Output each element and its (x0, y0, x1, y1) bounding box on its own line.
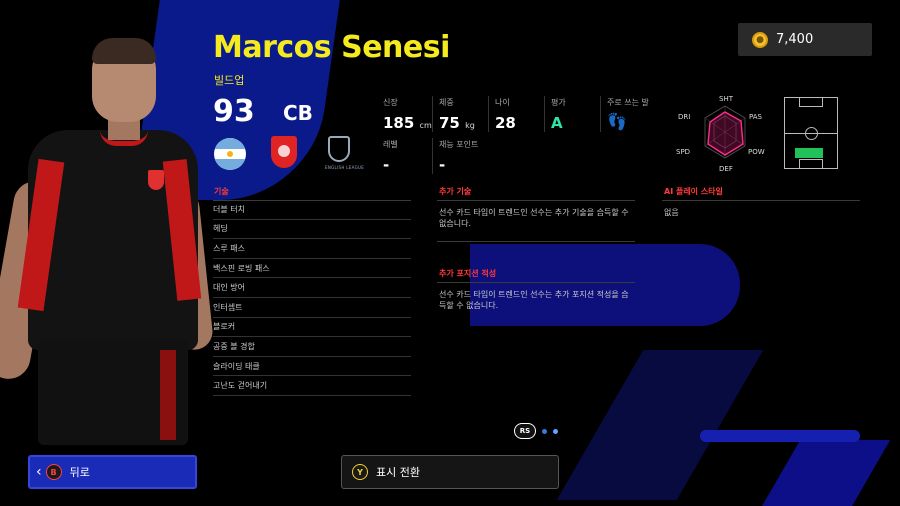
player-rating: 93 (213, 94, 255, 129)
stat-unit: kg (465, 121, 475, 130)
stat-value: - (383, 156, 390, 174)
divider (437, 200, 635, 201)
stat-label: 평가 (551, 98, 566, 107)
divider (600, 96, 601, 132)
skill-item[interactable]: 인터셉트 (213, 298, 411, 318)
back-button-label: 뒤로 (69, 466, 90, 479)
radar-label-def: DEF (719, 165, 733, 173)
divider (544, 96, 545, 132)
background-shape (470, 244, 740, 326)
league-text: ENGLISH LEAGUE (325, 165, 365, 170)
background-shape (759, 440, 891, 506)
coin-value: 7,400 (776, 32, 814, 47)
argentina-flag-icon (214, 138, 246, 170)
stat-label: 레벨 (383, 140, 398, 149)
stat-value: 185 (383, 114, 415, 132)
extra-positions-description: 선수 카드 타입이 트렌드인 선수는 추가 포지션 적성을 습득할 수 없습니다… (439, 290, 629, 310)
stat-value: A (551, 114, 563, 132)
stat-age: 나이 28 (495, 97, 516, 132)
player-playstyle: 빌드업 (214, 74, 245, 87)
radar-label-pas: PAS (749, 113, 763, 121)
player-position: CB (283, 101, 313, 125)
player-portrait (0, 30, 215, 445)
y-button-icon: Y (352, 464, 368, 480)
stat-unit: cm (419, 121, 432, 130)
rs-button-icon[interactable]: RS (514, 423, 536, 439)
divider (662, 200, 860, 201)
skill-list: 더블 터치 헤딩 스루 패스 백스핀 로빙 패스 대인 방어 인터셉트 블로커 공중 볼 경합… (213, 200, 411, 396)
divider (432, 138, 433, 174)
b-button-icon: B (45, 464, 62, 480)
footprints-icon: 👣 (607, 112, 627, 131)
divider (437, 241, 635, 242)
club-crest-icon (271, 136, 297, 168)
section-title-extra-skills: 추가 기술 (439, 187, 472, 196)
section-title-skills: 기술 (214, 187, 229, 196)
toggle-display-label: 표시 전환 (376, 466, 420, 479)
skill-item[interactable]: 스루 패스 (213, 239, 411, 259)
section-title-ai-style: AI 플레이 스타일 (664, 187, 723, 196)
stat-value: 28 (495, 114, 516, 132)
skill-item[interactable]: 공중 볼 경합 (213, 337, 411, 357)
position-pitch-map (784, 97, 838, 169)
coin-balance: ● 7,400 (738, 23, 872, 56)
stat-skill-points: 재능 포인트 - (439, 139, 478, 174)
stat-label: 나이 (495, 98, 510, 107)
stat-label: 재능 포인트 (439, 140, 479, 149)
background-shape (700, 430, 860, 442)
stat-weight: 체중 75 kg (439, 97, 475, 132)
player-name: Marcos Senesi (213, 30, 450, 65)
radar-label-sht: SHT (719, 95, 734, 103)
radar-label-pow: POW (748, 148, 765, 156)
coin-icon: ● (752, 31, 768, 48)
stat-label: 신장 (383, 98, 398, 107)
stat-foot: 주로 쓰는 발 👣 (607, 97, 649, 131)
stat-value: - (439, 156, 446, 174)
skill-item[interactable]: 헤딩 (213, 220, 411, 240)
radar-label-spd: SPD (676, 148, 690, 156)
stats-radar: SHT PAS POW DEF SPD DRI (676, 95, 765, 173)
english-league-icon (328, 136, 350, 162)
skill-item[interactable]: 고난도 걷어내기 (213, 376, 411, 396)
section-title-extra-positions: 추가 포지션 적성 (439, 269, 497, 278)
skill-item[interactable]: 대인 방어 (213, 278, 411, 298)
divider (488, 96, 489, 132)
ai-style-value: 없음 (664, 208, 679, 217)
back-button[interactable]: ‹ B 뒤로 (28, 455, 197, 489)
background-shape (556, 350, 764, 500)
extra-skills-description: 선수 카드 타입이 트렌드인 선수는 추가 기술을 습득할 수 없습니다. (439, 208, 629, 228)
toggle-display-button[interactable]: Y 표시 전환 (341, 455, 559, 489)
skill-item[interactable]: 블로커 (213, 318, 411, 338)
skill-item[interactable]: 더블 터치 (213, 200, 411, 220)
skill-item[interactable]: 슬라이딩 태클 (213, 357, 411, 377)
divider (432, 96, 433, 132)
stat-height: 신장 185 cm (383, 97, 432, 132)
divider (437, 282, 635, 283)
radar-label-dri: DRI (678, 113, 690, 121)
skill-item[interactable]: 백스핀 로빙 패스 (213, 259, 411, 279)
page-indicator: RS (514, 423, 558, 439)
stat-label: 주로 쓰는 발 (607, 98, 649, 107)
page-dot[interactable] (542, 428, 547, 434)
page-dot-active[interactable] (553, 428, 558, 434)
position-highlight (795, 148, 823, 158)
stat-value: 75 (439, 114, 460, 132)
stat-label: 체중 (439, 98, 454, 107)
stat-grade: 평가 A (551, 97, 566, 132)
chevron-left-icon: ‹ (36, 464, 42, 480)
stat-level: 레벨 - (383, 139, 398, 174)
